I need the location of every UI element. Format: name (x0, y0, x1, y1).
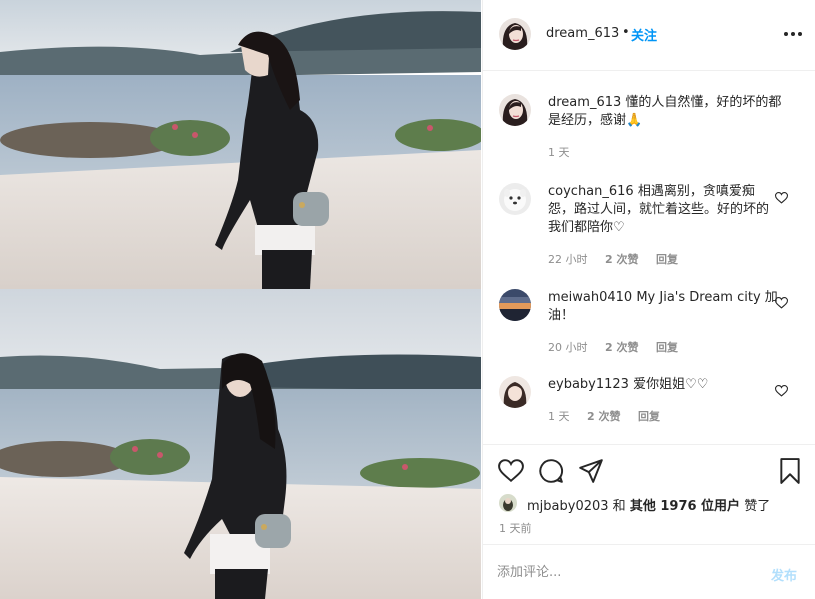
photo-frame-bottom (0, 289, 481, 599)
girl-avatar-icon (499, 376, 531, 408)
liker-avatar-icon (499, 494, 517, 512)
likes-text: mjbaby0203 和 其他 1976 位用户 赞了 (527, 495, 770, 514)
comment-meta: 1 天 (548, 144, 584, 160)
author-avatar[interactable] (499, 18, 531, 50)
reply-button[interactable]: 回复 (638, 410, 660, 423)
comment-username[interactable]: coychan_616 (548, 184, 634, 199)
comment-likes[interactable]: 2 次赞 (587, 410, 620, 423)
follow-button[interactable]: 关注 (631, 25, 657, 44)
likes-count[interactable]: 其他 1976 位用户 (630, 499, 740, 514)
photo-frame-top (0, 0, 481, 289)
likes-verb: 赞了 (744, 499, 771, 514)
bookmark-icon[interactable] (777, 458, 803, 484)
comment-body: eybaby1123 爱你姐姐♡♡ (548, 376, 778, 394)
author-username[interactable]: dream_613 (546, 26, 619, 41)
comment-username[interactable]: meiwah0410 (548, 290, 632, 305)
separator-dot: • (622, 25, 630, 40)
liker-avatar[interactable] (499, 494, 517, 512)
comment-avatar[interactable] (499, 376, 531, 408)
comment-username[interactable]: dream_613 (548, 95, 621, 110)
comment-likes[interactable]: 2 次赞 (605, 253, 638, 266)
comment-avatar[interactable] (499, 94, 531, 126)
comment-body: coychan_616 相遇离别，贪嗔爱痴怨，路过人间，就忙着这些。好的坏的我们… (548, 183, 778, 237)
comment-avatar[interactable] (499, 183, 531, 215)
liker-username[interactable]: mjbaby0203 (527, 499, 609, 514)
add-comment-bar: 发布 (483, 544, 815, 599)
woman-portrait-avatar-icon (499, 94, 531, 126)
post-timestamp[interactable]: 1 天前 (499, 520, 532, 536)
comment-like-heart-icon[interactable] (775, 192, 788, 204)
comment-meta: 20 小时 2 次赞 回复 (548, 339, 692, 355)
like-heart-icon[interactable] (498, 458, 524, 484)
comment-meta: 22 小时 2 次赞 回复 (548, 251, 692, 267)
post-photo[interactable] (0, 0, 481, 599)
post-panel: dream_613 • 关注 dream_613 懂的人自然懂，好的坏的都是经历… (482, 0, 815, 599)
likes-and: 和 (612, 499, 626, 514)
comment-likes[interactable]: 2 次赞 (605, 341, 638, 354)
comment-time[interactable]: 22 小时 (548, 253, 588, 266)
comment-meta: 1 天 2 次赞 回复 (548, 408, 674, 424)
comment-like-heart-icon[interactable] (775, 385, 788, 397)
comment-bubble-icon[interactable] (538, 458, 564, 484)
comment-input[interactable] (497, 557, 737, 587)
post-header: dream_613 • 关注 (483, 0, 815, 71)
comment-time[interactable]: 20 小时 (548, 341, 588, 354)
comment-avatar[interactable] (499, 289, 531, 321)
sunset-avatar-icon (499, 289, 531, 321)
post-comment-button[interactable]: 发布 (771, 565, 797, 584)
comment-body: meiwah0410 My Jia's Dream city 加油！ (548, 289, 778, 325)
reply-button[interactable]: 回复 (656, 253, 678, 266)
woman-portrait-avatar-icon (499, 18, 531, 50)
comment-body: dream_613 懂的人自然懂，好的坏的都是经历，感谢🙏 (548, 94, 783, 130)
comment-time[interactable]: 1 天 (548, 146, 570, 159)
share-paper-plane-icon[interactable] (578, 458, 604, 484)
dog-avatar-icon (499, 183, 531, 215)
comment-text: 爱你姐姐♡♡ (633, 377, 709, 392)
reply-button[interactable]: 回复 (656, 341, 678, 354)
comment-time[interactable]: 1 天 (548, 410, 570, 423)
comment-like-heart-icon[interactable] (775, 297, 788, 309)
comment-username[interactable]: eybaby1123 (548, 377, 629, 392)
more-options-icon[interactable] (784, 32, 802, 38)
